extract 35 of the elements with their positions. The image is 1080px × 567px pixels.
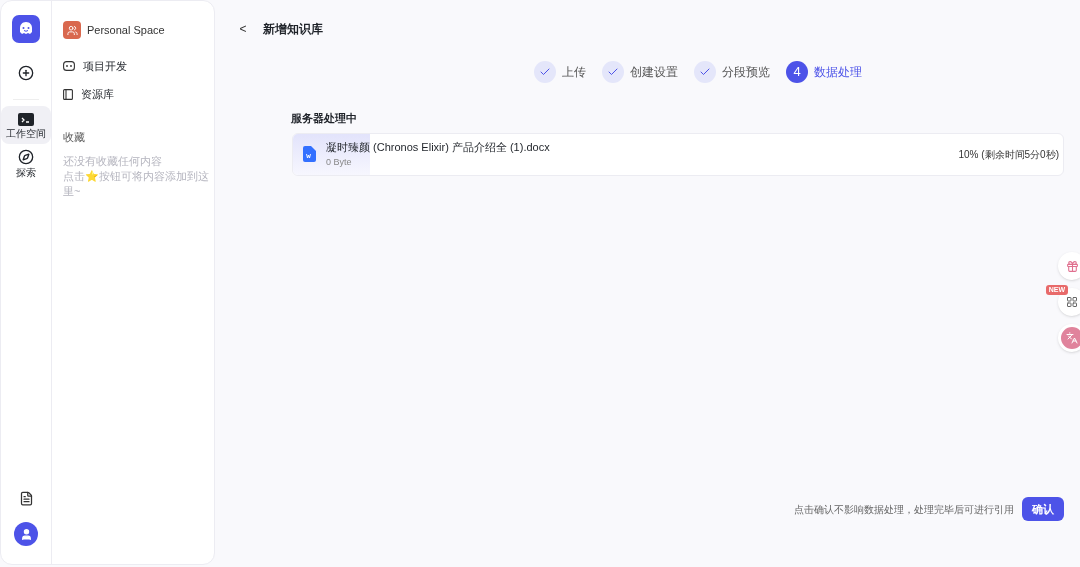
word-file-icon <box>303 146 316 162</box>
footer-note: 点击确认不影响数据处理，处理完毕后可进行引用 <box>794 502 1014 517</box>
step-number: 4 <box>786 61 808 83</box>
book-icon <box>63 88 73 100</box>
page-title: 新增知识库 <box>263 21 323 38</box>
favorites-empty-text: 还没有收藏任何内容 点击⭐按钮可将内容添加到这里~ <box>63 153 210 199</box>
gift-button[interactable] <box>1058 252 1080 280</box>
create-icon[interactable] <box>18 65 34 81</box>
avatar-icon[interactable] <box>14 522 38 546</box>
file-size: 0 Byte <box>326 155 353 169</box>
translate-icon <box>1066 332 1078 344</box>
nav-item[interactable]: 项目开发 <box>63 57 213 75</box>
document-icon[interactable] <box>18 491 34 506</box>
compass-icon <box>18 148 34 165</box>
section-title: 服务器处理中 <box>291 111 358 126</box>
file-name: 凝时臻颜 (Chronos Elixir) 产品介绍全 (1).docx <box>326 139 550 155</box>
space-title[interactable]: Personal Space <box>87 21 165 39</box>
step-label: 分段预览 <box>722 64 770 81</box>
step-label: 创建设置 <box>630 64 678 81</box>
grid-plus-icon <box>1066 296 1078 308</box>
terminal-folder-icon <box>18 111 34 126</box>
app-logo[interactable] <box>12 15 40 43</box>
translate-button[interactable] <box>1058 324 1080 352</box>
bot-icon <box>63 61 75 71</box>
back-button[interactable]: < <box>237 20 249 38</box>
favorites-title: 收藏 <box>63 130 86 145</box>
space-icon <box>63 21 81 39</box>
gift-icon <box>1065 259 1079 273</box>
confirm-button[interactable]: 确认 <box>1022 497 1064 521</box>
progress-text: 10% (剩余时间5分0秒) <box>958 147 1060 162</box>
rail-item[interactable]: 探索 <box>1 144 51 182</box>
step-label: 数据处理 <box>814 64 862 81</box>
nav-item[interactable]: 资源库 <box>63 85 213 103</box>
step-label: 上传 <box>562 64 586 81</box>
rail-item[interactable]: 工作空间 <box>1 106 51 144</box>
